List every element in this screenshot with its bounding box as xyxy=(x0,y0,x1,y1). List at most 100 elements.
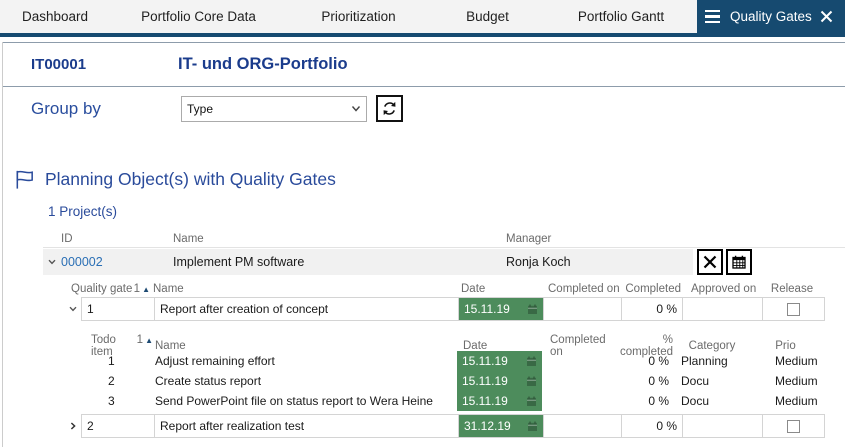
col-header-name: Name xyxy=(153,283,457,295)
todo-number: 2 xyxy=(88,371,155,391)
refresh-button[interactable] xyxy=(376,95,403,122)
calendar-button[interactable] xyxy=(726,249,752,275)
col-header-completed-on: Completed on xyxy=(542,283,620,295)
todo-name: Create status report xyxy=(155,371,457,391)
sort-indicator[interactable]: 1▲ xyxy=(134,283,150,295)
todo-completed-on xyxy=(542,371,618,391)
todo-category: Planning xyxy=(673,351,751,371)
gate-approved-on xyxy=(682,298,762,320)
gate-approved-on xyxy=(682,415,762,437)
section-heading: Planning Object(s) with Quality Gates xyxy=(45,169,336,190)
gate-number: 1 xyxy=(82,298,154,320)
todo-pct: 0 % xyxy=(618,391,673,411)
refresh-icon xyxy=(381,100,398,117)
tab-bar: Dashboard Portfolio Core Data Prioritiza… xyxy=(0,0,845,37)
portfolio-title: IT- und ORG-Portfolio xyxy=(178,55,348,74)
close-icon[interactable] xyxy=(820,10,833,23)
col-header-approved-on: Approved on xyxy=(681,283,761,295)
todo-completed-on xyxy=(542,351,618,371)
delete-button[interactable] xyxy=(697,249,723,275)
tab-budget[interactable]: Budget xyxy=(430,0,545,33)
gate-number: 2 xyxy=(82,415,154,437)
todo-date: 15.11.19 xyxy=(462,374,508,388)
gate-table-header: Quality gate 1▲ Name Date Completed on C… xyxy=(65,280,845,297)
todo-date-cell[interactable]: 15.11.19 xyxy=(457,351,542,371)
hamburger-menu-icon[interactable] xyxy=(705,10,720,24)
group-by-label: Group by xyxy=(31,99,181,119)
gate-date: 31.12.19 xyxy=(464,419,511,433)
quality-gate-row: 1 Report after creation of concept 15.11… xyxy=(65,297,845,321)
todo-date-cell[interactable]: 15.11.19 xyxy=(457,391,542,411)
todo-row: 3 Send PowerPoint file on status report … xyxy=(88,391,845,411)
flag-icon xyxy=(13,168,36,191)
release-checkbox[interactable] xyxy=(787,303,800,316)
tab-dashboard[interactable]: Dashboard xyxy=(0,0,110,33)
section-header: Planning Object(s) with Quality Gates xyxy=(3,167,845,191)
group-by-row: Group by Type xyxy=(3,95,845,122)
project-table-header: ID Name Manager xyxy=(43,231,845,248)
project-row-wrap: 000002 Implement PM software Ronja Koch xyxy=(43,249,845,275)
project-row[interactable]: 000002 Implement PM software Ronja Koch xyxy=(43,249,693,275)
project-name: Implement PM software xyxy=(173,255,506,269)
todo-name: Adjust remaining effort xyxy=(155,351,457,371)
gate-completed-pct: 0 % xyxy=(621,415,682,437)
col-header-quality-gate: Quality gate xyxy=(71,283,132,295)
sort-ascending-triangle: ▲ xyxy=(145,336,153,345)
delete-x-icon xyxy=(702,254,718,270)
calendar-icon xyxy=(526,356,537,367)
todo-prio: Medium xyxy=(751,391,820,411)
tab-label: Prioritization xyxy=(321,9,395,24)
project-count: 1 Project(s) xyxy=(3,204,845,220)
todo-row: 2 Create status report 15.11.19 0 % Docu… xyxy=(88,371,845,391)
release-checkbox[interactable] xyxy=(787,420,800,433)
gate-completed-on xyxy=(543,298,621,320)
quality-gate-row: 2 Report after realization test 31.12.19… xyxy=(65,414,845,438)
col-header-id: ID xyxy=(43,233,173,245)
col-header-manager: Manager xyxy=(506,233,696,245)
todo-name: Send PowerPoint file on status report to… xyxy=(155,391,457,411)
todo-number: 3 xyxy=(88,391,155,411)
calendar-icon xyxy=(527,421,538,432)
calendar-icon xyxy=(526,396,537,407)
chevron-down-icon[interactable] xyxy=(43,257,61,267)
gate-name: Report after creation of concept xyxy=(154,298,458,320)
group-by-select[interactable]: Type xyxy=(181,96,367,122)
todo-pct: 0 % xyxy=(618,371,673,391)
tab-label: Portfolio Core Data xyxy=(141,9,256,24)
project-table: ID Name Manager 000002 Implement PM soft… xyxy=(43,231,845,275)
gate-name: Report after realization test xyxy=(154,415,458,437)
todo-category: Docu xyxy=(673,371,751,391)
todo-prio: Medium xyxy=(751,371,820,391)
calendar-icon xyxy=(731,254,747,270)
todo-pct: 0 % xyxy=(618,351,673,371)
tab-prioritization[interactable]: Prioritization xyxy=(287,0,430,33)
gate-date: 15.11.19 xyxy=(464,302,510,316)
gate-date-cell[interactable]: 31.12.19 xyxy=(458,415,543,437)
todo-completed-on xyxy=(542,391,618,411)
project-id-link[interactable]: 000002 xyxy=(61,255,173,269)
gate-completed-pct: 0 % xyxy=(621,298,682,320)
todo-date: 15.11.19 xyxy=(462,394,508,408)
portfolio-code: IT00001 xyxy=(31,56,178,73)
tab-portfolio-core-data[interactable]: Portfolio Core Data xyxy=(110,0,287,33)
tab-label: Budget xyxy=(466,9,509,24)
chevron-down-icon[interactable] xyxy=(65,297,81,321)
project-manager: Ronja Koch xyxy=(506,255,571,269)
group-by-select-wrap: Type xyxy=(181,96,367,122)
tab-portfolio-gantt[interactable]: Portfolio Gantt xyxy=(545,0,697,33)
content-panel: IT00001 IT- und ORG-Portfolio Group by T… xyxy=(2,42,845,447)
gate-completed-on xyxy=(543,415,621,437)
todo-row: 1 Adjust remaining effort 15.11.19 0 % P… xyxy=(88,351,845,371)
col-header-date: Date xyxy=(457,283,542,295)
tab-quality-gates[interactable]: Quality Gates xyxy=(697,0,845,33)
portfolio-header: IT00001 IT- und ORG-Portfolio xyxy=(3,42,845,87)
calendar-icon xyxy=(527,304,538,315)
tab-label: Portfolio Gantt xyxy=(578,9,664,24)
gate-date-cell[interactable]: 15.11.19 xyxy=(458,298,543,320)
todo-date-cell[interactable]: 15.11.19 xyxy=(457,371,542,391)
todo-category: Docu xyxy=(673,391,751,411)
app-window: Dashboard Portfolio Core Data Prioritiza… xyxy=(0,0,845,447)
chevron-right-icon[interactable] xyxy=(65,414,81,438)
todo-date: 15.11.19 xyxy=(462,354,508,368)
calendar-icon xyxy=(526,376,537,387)
